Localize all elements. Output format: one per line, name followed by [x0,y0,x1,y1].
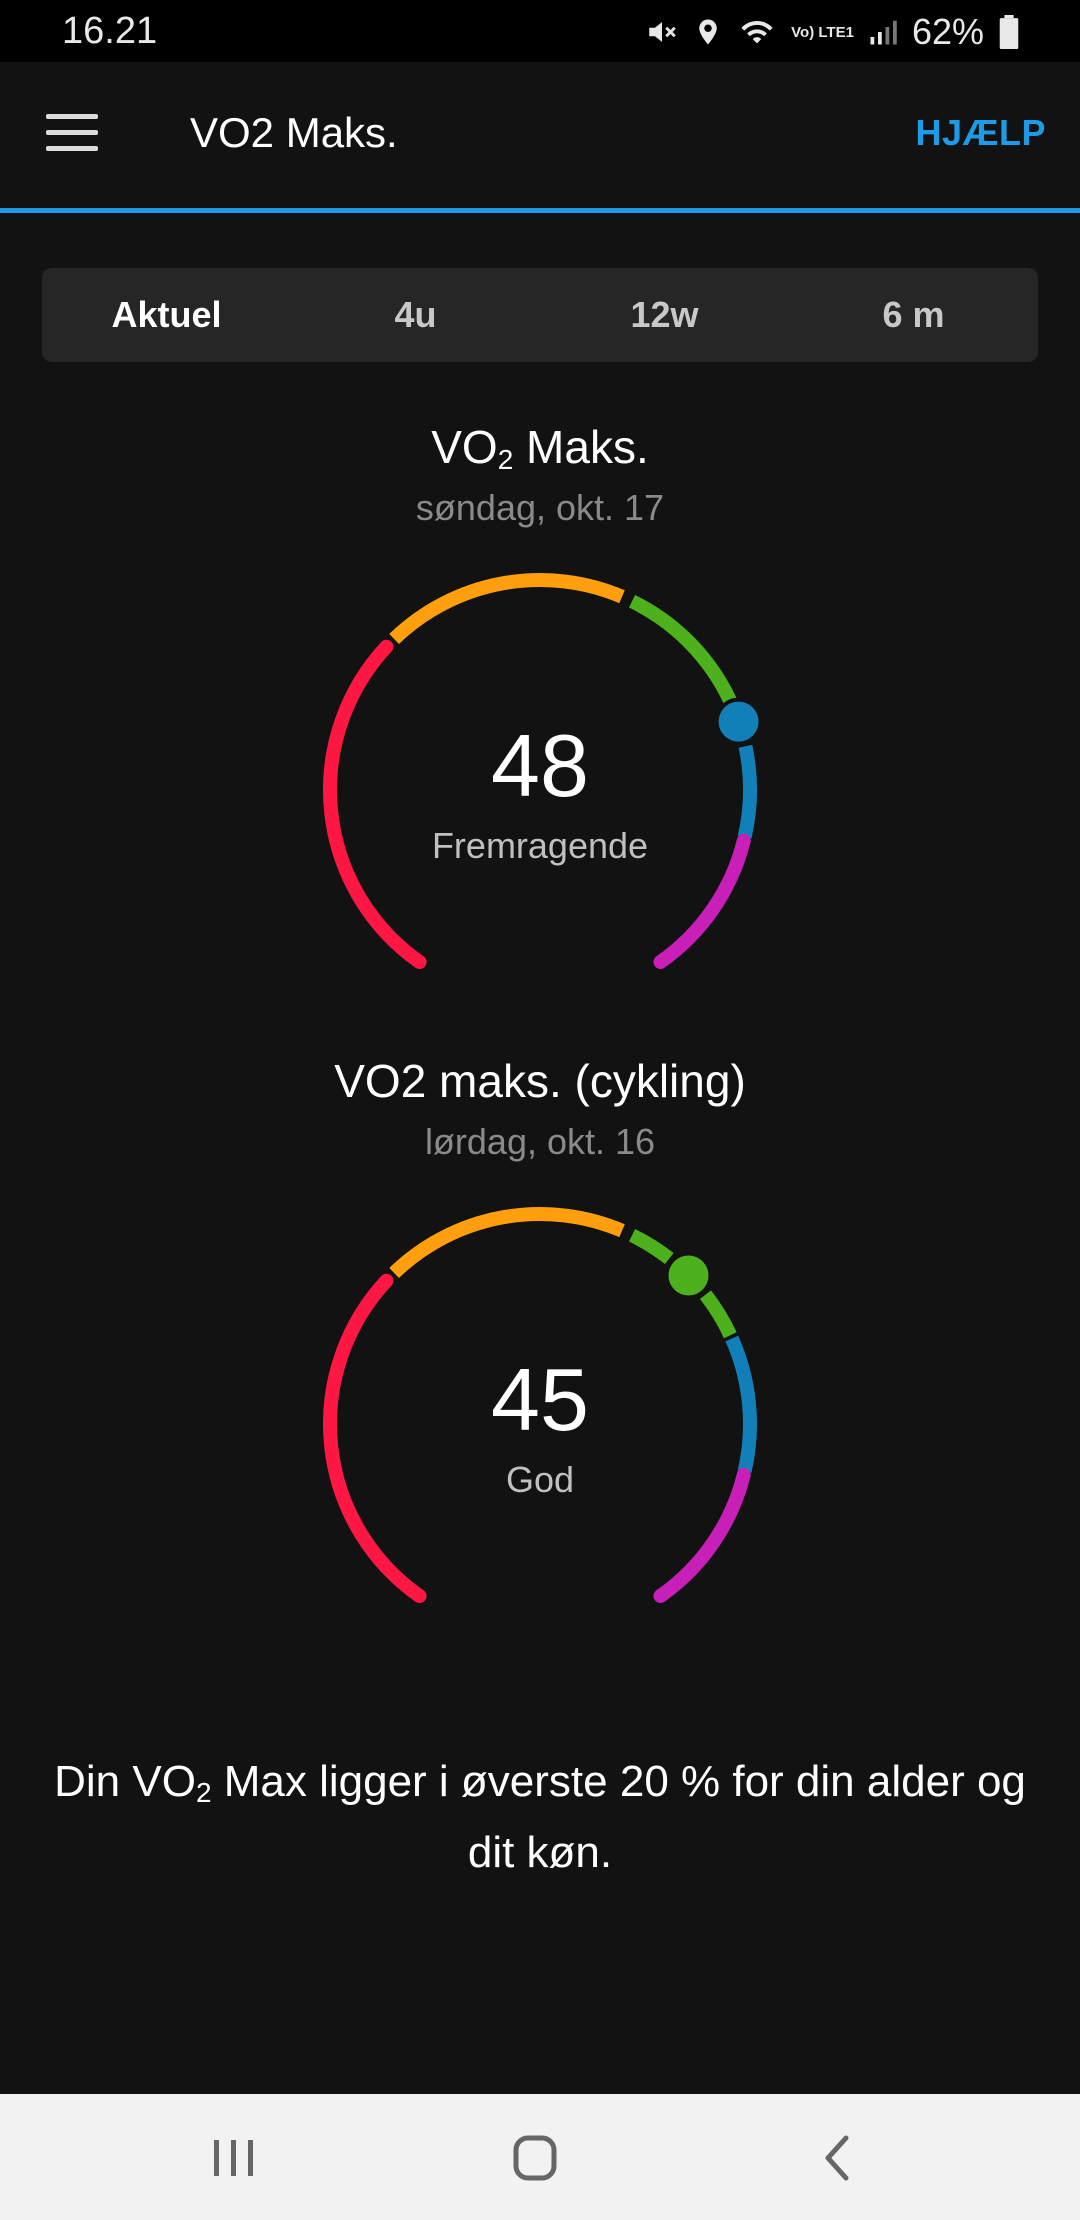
summary-sub: 2 [195,1777,212,1808]
battery-icon [998,15,1020,49]
location-icon [693,15,723,49]
hamburger-menu-icon[interactable] [46,114,98,154]
vo2max-title: VO2 Maks. [0,420,1080,476]
volte-icon: Vo) LTE1 [791,23,854,41]
status-bar: 16.21 Vo) LTE1 62% [0,0,1080,62]
vo2max-cycling-title: VO2 maks. (cykling) [334,1055,746,1107]
vo2max-cycling-gauge: 45 God [310,1194,770,1654]
recent-apps-icon[interactable] [204,2130,264,2186]
gauge-zone-green [628,1228,674,1265]
vo2max-date: søndag, okt. 17 [415,487,665,528]
header-divider [0,208,1080,213]
battery-text: 62% [911,11,984,52]
wifi-icon [737,15,777,49]
vo2max-title-prefix: VO [431,421,498,473]
vo2max-title-sub: 2 [497,444,514,475]
vo2max-rating: Fremragende [431,825,649,866]
summary-suffix: Max ligger i øverste 20 % for din alder … [211,1757,1026,1877]
gauge-marker [668,1255,709,1296]
system-nav-bar [0,2094,1080,2220]
tab-12-weeks[interactable]: 12w [540,294,789,336]
status-time: 16.21 [62,10,158,52]
app-bar: VO2 Maks. HJÆLP [0,62,1080,208]
vo2max-gauge: 48 Fremragende [310,560,770,1020]
help-button[interactable]: HJÆLP [915,112,1046,154]
vo2max-title-suffix: Maks. [513,421,649,473]
vo2max-cycling-date: lørdag, okt. 16 [424,1121,656,1162]
vo2max-value: 48 [491,716,589,815]
page-title: VO2 Maks. [190,109,398,156]
tab-6-months[interactable]: 6 m [789,294,1038,336]
status-icons: Vo) LTE1 62% [645,10,1020,54]
signal-icon [868,15,898,49]
summary-prefix: Din VO [54,1757,196,1806]
gauge-zone-green [628,594,737,705]
back-icon[interactable] [808,2130,868,2186]
tab-current[interactable]: Aktuel [42,294,291,336]
vo2max-cycling-rating: God [505,1459,575,1500]
gauge-zone-green [699,1290,737,1339]
vo2max-cycling-value: 45 [491,1350,589,1449]
period-tabs: Aktuel 4u 12w 6 m [42,268,1038,362]
gauge-zone-orange [389,1207,625,1278]
vo2max-summary: Din VO2 Max ligger i øverste 20 % for di… [30,1752,1050,1883]
home-icon[interactable] [505,2130,565,2186]
gauge-zone-orange [389,573,625,644]
mute-icon [645,15,679,49]
tab-4-weeks[interactable]: 4u [291,294,540,336]
